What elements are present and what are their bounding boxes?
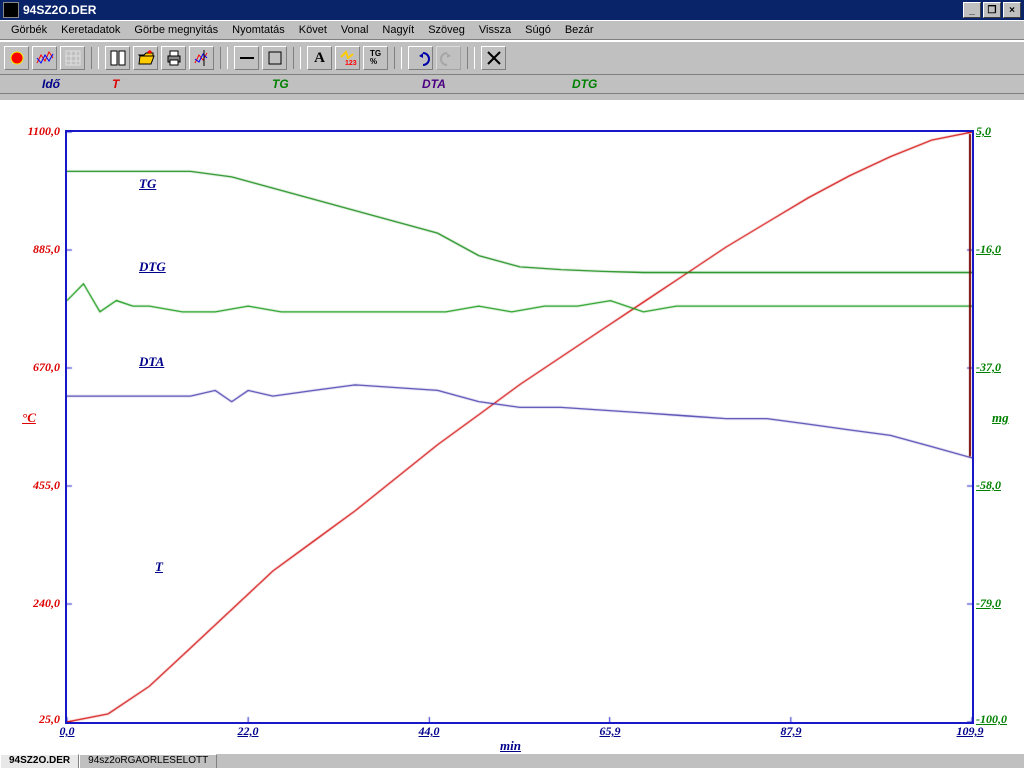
annotate-button[interactable]: 123 xyxy=(335,46,360,70)
menu-bezar[interactable]: Bezár xyxy=(558,23,601,37)
menu-nyomtatas[interactable]: Nyomtatás xyxy=(225,23,292,37)
ytick-left-3: 455,0 xyxy=(5,478,60,493)
ytick-right-0: 5,0 xyxy=(976,124,1024,139)
ylabel-left: °C xyxy=(22,410,36,426)
close-button[interactable]: × xyxy=(1003,2,1021,18)
rect-button[interactable] xyxy=(262,46,287,70)
window-title: 94SZ2O.DER xyxy=(23,3,96,17)
ytick-left-1: 885,0 xyxy=(5,242,60,257)
header-tg: TG xyxy=(272,77,422,91)
app-icon xyxy=(3,2,19,18)
xtick-3: 65,9 xyxy=(585,724,635,739)
ytick-left-0: 1100,0 xyxy=(5,124,60,139)
xlabel: min xyxy=(500,738,521,754)
columns-button[interactable] xyxy=(105,46,130,70)
redo-button[interactable] xyxy=(436,46,461,70)
print-button[interactable] xyxy=(161,46,186,70)
maximize-button[interactable]: ❐ xyxy=(983,2,1001,18)
open-button[interactable] xyxy=(133,46,158,70)
menu-gorbek[interactable]: Görbék xyxy=(4,23,54,37)
toolbar: A 123 TG% xyxy=(0,41,1024,75)
header-dtg: DTG xyxy=(572,77,692,91)
menu-kovet[interactable]: Követ xyxy=(292,23,334,37)
menu-nagyit[interactable]: Nagyít xyxy=(375,23,421,37)
tab-1[interactable]: 94sz2oRGAORLESELOTT xyxy=(79,754,217,768)
document-tabs: 94SZ2O.DER 94sz2oRGAORLESELOTT xyxy=(0,753,1024,768)
menu-vonal[interactable]: Vonal xyxy=(334,23,376,37)
ytick-left-2: 670,0 xyxy=(5,360,60,375)
text-button[interactable]: A xyxy=(307,46,332,70)
xtick-2: 44,0 xyxy=(404,724,454,739)
tg-percent-button[interactable]: TG% xyxy=(363,46,388,70)
series-header: Idő T TG DTA DTG xyxy=(0,75,1024,94)
ytick-right-2: -37,0 xyxy=(976,360,1024,375)
svg-text:123: 123 xyxy=(345,60,357,67)
minimize-button[interactable]: _ xyxy=(963,2,981,18)
label-dta: DTA xyxy=(139,354,164,370)
menu-gorbe-megnyitas[interactable]: Görbe megnyitás xyxy=(127,23,225,37)
header-t: T xyxy=(112,77,272,91)
record-button[interactable] xyxy=(4,46,29,70)
ytick-right-4: -79,0 xyxy=(976,596,1024,611)
line-button[interactable] xyxy=(234,46,259,70)
track-button[interactable] xyxy=(189,46,214,70)
tab-0[interactable]: 94SZ2O.DER xyxy=(0,754,79,768)
grid-button[interactable] xyxy=(60,46,85,70)
menu-bar: Görbék Keretadatok Görbe megnyitás Nyomt… xyxy=(0,20,1024,39)
chart-canvas xyxy=(67,132,972,722)
curves-button[interactable] xyxy=(32,46,57,70)
ylabel-right: mg xyxy=(992,410,1009,426)
label-dtg: DTG xyxy=(139,259,166,275)
header-dta: DTA xyxy=(422,77,572,91)
plot-area: TG DTG DTA T 1100,0 885,0 670,0 455,0 24… xyxy=(0,100,1024,754)
label-tg: TG xyxy=(139,176,156,192)
label-t: T xyxy=(155,559,163,575)
ytick-right-1: -16,0 xyxy=(976,242,1024,257)
menu-keretadatok[interactable]: Keretadatok xyxy=(54,23,127,37)
header-ido: Idő xyxy=(0,77,112,91)
undo-button[interactable] xyxy=(408,46,433,70)
menu-sugo[interactable]: Súgó xyxy=(518,23,558,37)
delete-button[interactable] xyxy=(481,46,506,70)
title-bar: 94SZ2O.DER _ ❐ × xyxy=(0,0,1024,20)
xtick-4: 87,9 xyxy=(766,724,816,739)
xtick-5: 109,9 xyxy=(945,724,995,739)
menu-szoveg[interactable]: Szöveg xyxy=(421,23,472,37)
menu-vissza[interactable]: Vissza xyxy=(472,23,518,37)
chart-frame[interactable]: TG DTG DTA T xyxy=(65,130,974,724)
ytick-right-3: -58,0 xyxy=(976,478,1024,493)
xtick-1: 22,0 xyxy=(223,724,273,739)
ytick-left-4: 240,0 xyxy=(5,596,60,611)
xtick-0: 0,0 xyxy=(42,724,92,739)
